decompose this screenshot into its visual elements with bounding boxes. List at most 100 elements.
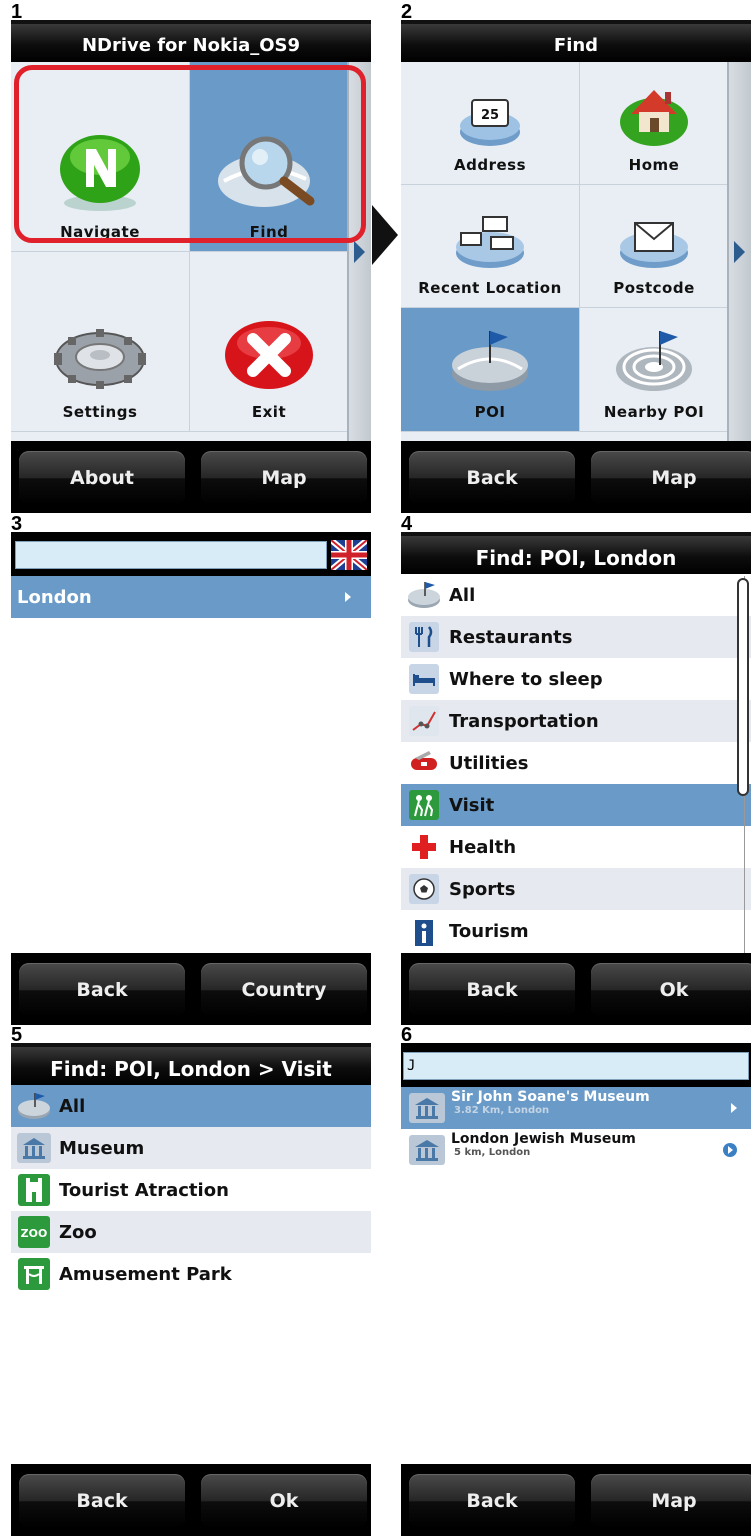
museum-icon [17, 1132, 51, 1164]
country-button[interactable]: Country [201, 963, 367, 1017]
softkey-bar: Back Ok [11, 1464, 371, 1536]
about-button[interactable]: About [19, 451, 185, 505]
list-item-label: Where to sleep [449, 668, 603, 690]
list-item-label: All [449, 584, 476, 606]
step-number-6: 6 [401, 1024, 413, 1046]
map-button[interactable]: Map [201, 451, 367, 505]
list-item-all[interactable]: All [11, 1085, 371, 1127]
list-item-label: Transportation [449, 710, 599, 732]
address-icon: 25 [458, 94, 522, 148]
nearby-poi-radar-icon [612, 325, 696, 395]
home-label: Home [628, 156, 680, 174]
bed-icon [407, 663, 441, 695]
back-button[interactable]: Back [19, 1474, 185, 1528]
result-name: Sir John Soane's Museum [451, 1089, 650, 1105]
softkey-bar: Back Country [11, 953, 371, 1025]
list-item-tourism[interactable]: Tourism [401, 910, 751, 952]
search-bar [11, 532, 371, 576]
list-item-label: Sports [449, 878, 516, 900]
ok-button[interactable]: Ok [591, 963, 751, 1017]
result-name: London Jewish Museum [451, 1131, 636, 1147]
chevron-right-icon [354, 240, 365, 263]
home-icon [617, 82, 691, 148]
back-button[interactable]: Back [19, 963, 185, 1017]
settings-tile[interactable]: Settings [11, 252, 190, 432]
step-number-2: 2 [401, 1, 413, 23]
uk-flag-icon[interactable] [329, 537, 369, 573]
list-item-utilities[interactable]: Utilities [401, 742, 751, 784]
back-button[interactable]: Back [409, 451, 575, 505]
poi-category-screen: Find: POI, London All Restaurants Where … [401, 532, 751, 1025]
nearby-poi-tile[interactable]: Nearby POI [580, 308, 729, 432]
list-item-label: London [17, 586, 92, 608]
poi-search-input[interactable]: J [403, 1052, 749, 1080]
list-item-health[interactable]: Health [401, 826, 751, 868]
find-menu-screen: Find 25 Address Home Recent Location Pos… [401, 20, 751, 513]
zoo-icon-text: ZOO [21, 1227, 48, 1240]
scrollbar-thumb[interactable] [737, 578, 749, 796]
screen-title: NDrive for Nokia_OS9 [11, 20, 371, 62]
exit-tile[interactable]: Exit [190, 252, 349, 432]
screen-title: Find: POI, London > Visit [11, 1043, 371, 1085]
softkey-bar: Back Map [401, 441, 751, 513]
list-item-label: Amusement Park [59, 1263, 232, 1285]
postcode-envelope-icon [617, 213, 691, 271]
list-item-visit[interactable]: Visit [401, 784, 751, 826]
result-item-london-jewish-museum[interactable]: London Jewish Museum 5 km, London [401, 1129, 751, 1171]
list-item-where-to-sleep[interactable]: Where to sleep [401, 658, 751, 700]
settings-label: Settings [62, 403, 138, 421]
ok-button[interactable]: Ok [201, 1474, 367, 1528]
map-button[interactable]: Map [591, 1474, 751, 1528]
postcode-tile[interactable]: Postcode [580, 185, 729, 308]
list-item-all[interactable]: All [401, 574, 751, 616]
step-number-5: 5 [11, 1024, 23, 1046]
visit-walkers-icon [407, 789, 441, 821]
address-tile[interactable]: 25 Address [401, 62, 580, 185]
list-item-amusement-park[interactable]: Amusement Park [11, 1253, 371, 1295]
list-item-museum[interactable]: Museum [11, 1127, 371, 1169]
museum-icon [409, 1135, 445, 1165]
back-button[interactable]: Back [409, 963, 575, 1017]
city-list: London [11, 576, 371, 953]
poi-category-list: All Restaurants Where to sleep Transport… [401, 574, 751, 953]
transport-route-icon [407, 705, 441, 737]
result-item-sir-john-soanes-museum[interactable]: Sir John Soane's Museum 3.82 Km, London [401, 1087, 751, 1129]
city-search-input[interactable] [15, 541, 327, 569]
list-item-label: Tourist Atraction [59, 1179, 229, 1201]
fork-knife-icon [407, 621, 441, 653]
health-cross-icon [407, 831, 441, 863]
list-item-restaurants[interactable]: Restaurants [401, 616, 751, 658]
list-item-label: Zoo [59, 1221, 97, 1243]
back-button[interactable]: Back [409, 1474, 575, 1528]
poi-tile[interactable]: POI [401, 308, 580, 432]
poi-results-screen: J Sir John Soane's Museum 3.82 Km, Londo… [401, 1043, 751, 1536]
highlight-frame [14, 65, 366, 243]
list-item-sports[interactable]: Sports [401, 868, 751, 910]
softkey-bar: Back Ok [401, 953, 751, 1025]
list-item-transportation[interactable]: Transportation [401, 700, 751, 742]
list-item-zoo[interactable]: ZOO Zoo [11, 1211, 371, 1253]
list-item-label: All [59, 1095, 86, 1117]
list-item-label: Museum [59, 1137, 145, 1159]
recent-location-tile[interactable]: Recent Location [401, 185, 580, 308]
list-item-london[interactable]: London [11, 576, 371, 618]
result-distance: 3.82 Km, London [454, 1105, 550, 1116]
soccer-ball-icon [407, 873, 441, 905]
list-item-tourist-atraction[interactable]: Tourist Atraction [11, 1169, 371, 1211]
list-item-label: Restaurants [449, 626, 573, 648]
address-number-text: 25 [481, 108, 499, 123]
go-arrow-icon[interactable] [723, 1143, 737, 1157]
map-button[interactable]: Map [591, 451, 751, 505]
poi-results-list: Sir John Soane's Museum 3.82 Km, London … [401, 1087, 751, 1464]
swiss-knife-icon [407, 747, 441, 779]
all-poi-icon [407, 579, 441, 611]
home-tile[interactable]: Home [580, 62, 729, 185]
info-icon [407, 915, 441, 947]
main-menu-grid: Navigate Find Settings Exit [11, 62, 371, 441]
chevron-right-icon [734, 240, 745, 263]
page-scroll-tab[interactable] [727, 62, 751, 441]
tourist-attraction-icon [17, 1174, 51, 1206]
amusement-park-icon [17, 1258, 51, 1290]
recent-location-label: Recent Location [418, 279, 562, 297]
list-item-label: Tourism [449, 920, 529, 942]
